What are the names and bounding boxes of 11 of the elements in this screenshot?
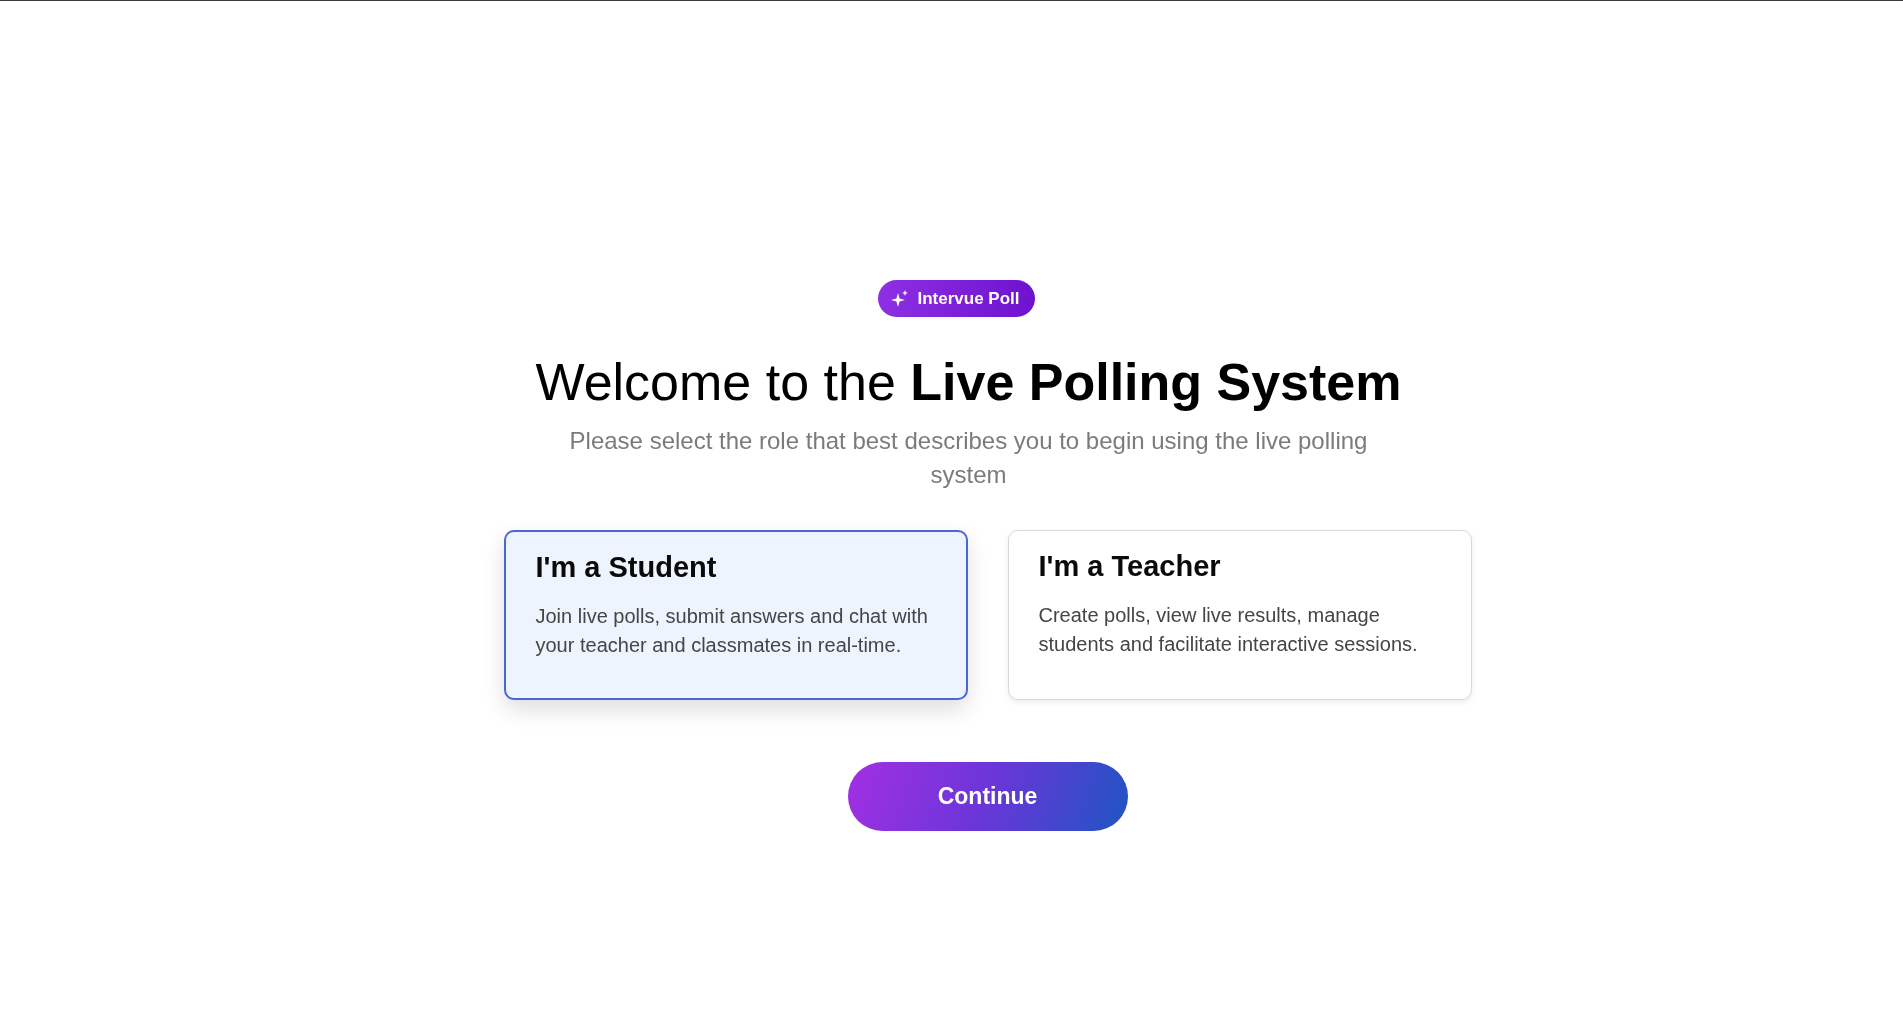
role-title: I'm a Student [535,550,717,585]
role-card[interactable]: I'm a Student Join live polls, submit answers and chat with your teacher and classmates in real-time. [503,530,968,700]
page-subtitle: Please select the role that best describes you to begin using the live polling system [568,426,1369,490]
sparkle-icon [891,289,910,308]
continue-button[interactable]: Continue [847,762,1128,831]
role-description: Join live polls, submit answers and chat with your teacher and classmates in real-time. [535,604,929,658]
role-description: Create polls, view live results, manage students and facilitate interactive sessions. [1038,603,1419,657]
role-title: I'm a Teacher [1038,549,1221,584]
badge-label: Intervue Poll [917,288,1020,309]
page-heading: Welcome to the Live Polling System [535,352,1402,413]
role-card[interactable]: I'm a Teacher Create polls, view live results, manage students and facilitate interactive sessions. [1007,530,1472,700]
